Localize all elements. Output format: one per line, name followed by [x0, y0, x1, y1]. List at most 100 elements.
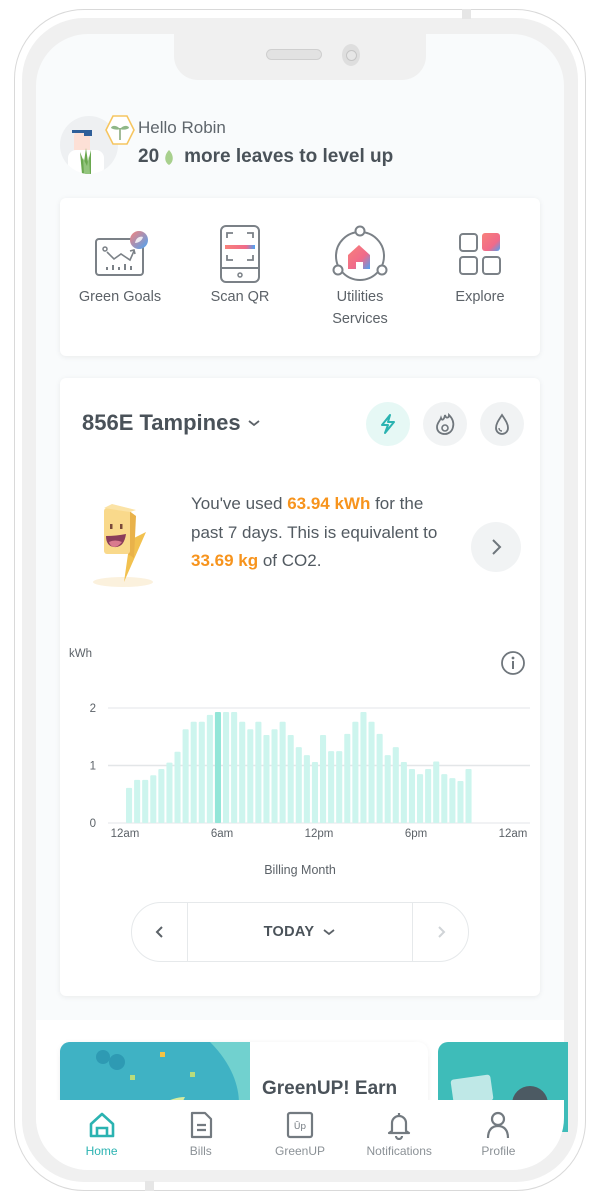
- chart-bar[interactable]: [368, 721, 375, 823]
- chart-bar[interactable]: [166, 762, 173, 823]
- chart-bar[interactable]: [328, 751, 335, 823]
- chart-bar[interactable]: [198, 721, 205, 823]
- address-label: 856E Tampines: [82, 410, 241, 435]
- chart-bar[interactable]: [134, 779, 141, 823]
- chart-bar[interactable]: [352, 721, 359, 823]
- address-selector[interactable]: 856E Tampines: [82, 410, 261, 436]
- bell-icon: [388, 1113, 411, 1140]
- leaves-count: 20: [138, 146, 160, 167]
- utilities-services-button[interactable]: Utilities Services: [300, 198, 420, 356]
- water-drop-icon: [495, 413, 509, 435]
- period-dropdown[interactable]: TODAY: [187, 903, 413, 961]
- chevron-right-icon: [492, 539, 502, 555]
- chart-bar[interactable]: [214, 712, 221, 823]
- chart-bar[interactable]: [441, 774, 448, 823]
- chart-bar[interactable]: [231, 712, 238, 823]
- front-camera: [342, 44, 360, 66]
- bottom-tab-bar: Home Bills Ūp GreenUP Notifications Prof…: [36, 1100, 564, 1170]
- tab-label: Profile: [481, 1144, 516, 1158]
- chart-bar[interactable]: [449, 778, 456, 823]
- chart-bar[interactable]: [279, 721, 286, 823]
- tab-bills[interactable]: Bills: [151, 1100, 250, 1170]
- lightning-icon: [381, 414, 395, 434]
- x-tick-label: 12am: [111, 828, 140, 840]
- chart-bar[interactable]: [384, 755, 391, 823]
- chevron-left-icon: [155, 926, 163, 938]
- water-tab-button[interactable]: [480, 402, 524, 446]
- profile-icon: [487, 1111, 510, 1139]
- chart-bar[interactable]: [360, 712, 367, 823]
- chart-bar[interactable]: [311, 762, 318, 823]
- chart-bar[interactable]: [344, 733, 351, 823]
- leaves-progress: 20 more leaves to level up: [138, 146, 393, 168]
- explore-icon: [459, 233, 501, 275]
- lightning-mascot-icon: [93, 504, 153, 587]
- level-badge-icon: [105, 115, 135, 145]
- chart-bar[interactable]: [433, 761, 440, 823]
- tab-notifications[interactable]: Notifications: [350, 1100, 449, 1170]
- tab-profile[interactable]: Profile: [449, 1100, 548, 1170]
- scan-qr-button[interactable]: Scan QR: [180, 198, 300, 356]
- chart-bar[interactable]: [142, 779, 149, 823]
- chart-bar[interactable]: [295, 747, 302, 823]
- chart-bar[interactable]: [263, 735, 270, 823]
- chart-bar[interactable]: [287, 735, 294, 823]
- chart-bar[interactable]: [239, 721, 246, 823]
- usage-details-button[interactable]: [471, 522, 521, 572]
- previous-period-button[interactable]: [132, 903, 187, 961]
- tab-home[interactable]: Home: [52, 1100, 151, 1170]
- speaker-grille: [266, 49, 322, 60]
- utilities-services-icon: [332, 225, 388, 281]
- chart-bar[interactable]: [190, 721, 197, 823]
- phone-notch: [174, 34, 426, 80]
- bar-chart: 0 1 2 12am 6am 12pm 6pm 12am: [90, 703, 530, 840]
- greeting-text: Hello Robin: [138, 118, 226, 137]
- chart-bar[interactable]: [174, 751, 181, 823]
- chart-bar[interactable]: [457, 781, 464, 823]
- gas-tab-button[interactable]: [423, 402, 467, 446]
- tab-label: Bills: [189, 1144, 212, 1158]
- scan-qr-icon: [220, 225, 260, 283]
- chart-bar[interactable]: [182, 729, 189, 823]
- tab-label: Notifications: [366, 1144, 432, 1158]
- period-label: TODAY: [263, 924, 315, 940]
- chart-bar[interactable]: [400, 762, 407, 823]
- chart-bar[interactable]: [247, 729, 254, 823]
- y-tick-label: 2: [90, 703, 96, 715]
- chart-bar[interactable]: [255, 721, 262, 823]
- chart-bar[interactable]: [150, 775, 157, 823]
- action-label: Green Goals: [78, 289, 162, 305]
- chart-bar[interactable]: [392, 747, 399, 823]
- chart-bar[interactable]: [158, 768, 165, 823]
- chart-bar[interactable]: [376, 733, 383, 823]
- green-goals-button[interactable]: Green Goals: [60, 198, 180, 356]
- y-tick-label: 0: [90, 818, 96, 830]
- chart-bar[interactable]: [417, 774, 424, 823]
- tab-greenup[interactable]: Ūp GreenUP: [250, 1100, 349, 1170]
- chart-bar[interactable]: [336, 751, 343, 823]
- chart-bar[interactable]: [223, 712, 230, 823]
- chevron-down-icon: [248, 420, 260, 427]
- usage-text-suffix: of CO2.: [258, 551, 322, 570]
- chart-bar[interactable]: [303, 755, 310, 823]
- electricity-tab-button[interactable]: [366, 402, 410, 446]
- chart-bar[interactable]: [465, 768, 472, 823]
- x-tick-label: 12am: [499, 828, 528, 840]
- next-period-button[interactable]: [413, 903, 468, 961]
- explore-button[interactable]: Explore: [420, 198, 540, 356]
- chart-bar[interactable]: [206, 714, 213, 823]
- leaves-text: more leaves to level up: [184, 146, 394, 167]
- chart-bar[interactable]: [126, 787, 133, 823]
- usage-summary: You've used 63.94 kWh for the past 7 day…: [191, 490, 441, 576]
- y-tick-label: 1: [90, 761, 96, 773]
- period-selector: TODAY: [131, 902, 469, 962]
- energy-usage-card: 856E Tampines You've used 63.94 kWh for …: [60, 378, 540, 996]
- greeting-header: Hello Robin 20 more leaves to level up: [60, 112, 540, 182]
- chart-bar[interactable]: [320, 735, 327, 823]
- chart-bar[interactable]: [271, 729, 278, 823]
- quick-actions-card: Green Goals Scan QR Utilities Services E…: [60, 198, 540, 356]
- x-tick-label: 12pm: [305, 828, 334, 840]
- chart-bar[interactable]: [425, 768, 432, 823]
- chart-bar[interactable]: [408, 768, 415, 823]
- svg-text:Ūp: Ūp: [294, 1121, 307, 1132]
